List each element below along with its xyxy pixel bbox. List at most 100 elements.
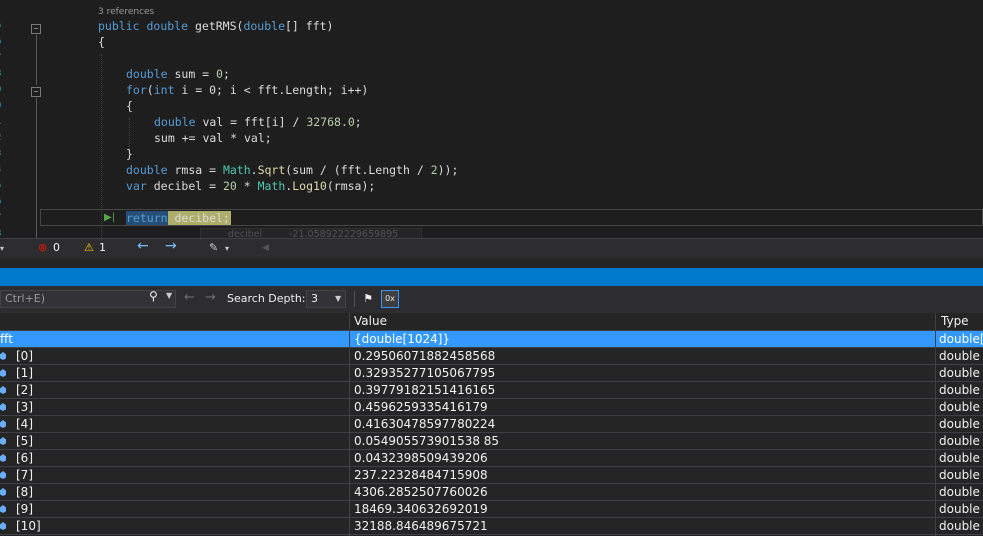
row-name: [6] <box>16 451 33 465</box>
column-divider[interactable] <box>935 313 936 536</box>
grid-header: Value Type <box>0 313 983 331</box>
column-divider[interactable] <box>349 313 350 536</box>
row-type: double[] <box>939 332 983 346</box>
zoom-dropdown-icon[interactable]: ▾ <box>0 244 4 253</box>
table-row[interactable]: [7] 237.22328484715908 double <box>0 467 983 484</box>
collapse-for-icon[interactable]: − <box>31 87 41 97</box>
row-value[interactable]: 0.29506071882458568 <box>354 349 932 363</box>
table-row[interactable]: [10] 32188.846489675721 double <box>0 518 983 535</box>
warning-count: 1 <box>99 241 106 254</box>
row-value[interactable]: 0.32935277105067795 <box>354 366 932 380</box>
line-number: 4 <box>0 165 8 175</box>
row-value[interactable]: 0.054905573901538 85 <box>354 434 932 448</box>
row-value[interactable]: 18469.340632692019 <box>354 502 932 516</box>
line-number: 3 <box>0 149 8 159</box>
row-name: [5] <box>16 434 33 448</box>
field-icon <box>0 505 6 513</box>
back-arrow-icon[interactable]: ← <box>137 238 149 254</box>
line-number: 9 <box>0 85 8 95</box>
chevron-down-icon[interactable]: ▼ <box>335 294 341 303</box>
line-number: 1 <box>0 117 8 127</box>
table-row[interactable]: [8] 4306.2852507760026 double <box>0 484 983 501</box>
scroll-left-icon[interactable]: ◀ <box>262 243 269 253</box>
table-row[interactable]: [9] 18469.340632692019 double <box>0 501 983 518</box>
line-number: 8 <box>0 69 8 79</box>
row-name: [10] <box>16 519 41 533</box>
table-row[interactable]: [3] 0.4596259335416179 double <box>0 399 983 416</box>
row-name: [3] <box>16 400 33 414</box>
table-row[interactable]: [5] 0.054905573901538 85 double <box>0 433 983 450</box>
code-line-signature: public double getRMS(double[] fft) <box>98 19 334 33</box>
table-row[interactable]: [0] 0.29506071882458568 double <box>0 348 983 365</box>
row-type: double <box>939 349 980 363</box>
row-value[interactable]: 32188.846489675721 <box>354 519 932 533</box>
row-value[interactable]: 0.0432398509439206 <box>354 451 932 465</box>
brush-dropdown-icon[interactable]: ▾ <box>225 244 229 253</box>
panel-splitter[interactable] <box>0 258 983 268</box>
row-type: double <box>939 451 980 465</box>
row-value[interactable]: 0.39779182151416165 <box>354 383 932 397</box>
table-row[interactable]: [2] 0.39779182151416165 double <box>0 382 983 399</box>
row-type: double <box>939 383 980 397</box>
code-line-return: return decibel; <box>126 211 230 225</box>
field-icon <box>0 403 6 411</box>
table-row[interactable]: fft {double[1024]} double[] <box>0 331 983 348</box>
row-type: double <box>939 468 980 482</box>
row-value[interactable]: 4306.2852507760026 <box>354 485 932 499</box>
table-row[interactable]: [4] 0.41630478597780224 double <box>0 416 983 433</box>
code-line-accumulate: sum += val * val; <box>154 131 272 145</box>
forward-arrow-icon[interactable]: → <box>165 238 177 254</box>
code-editor[interactable]: 567890123456789 − − 3 references public … <box>0 0 983 238</box>
warning-icon[interactable]: ⚠ <box>84 241 94 254</box>
datatip[interactable]: decibel -21.058922229659895 <box>200 228 422 238</box>
row-name: [0] <box>16 349 33 363</box>
search-next-icon[interactable]: → <box>205 290 216 305</box>
column-header-type[interactable]: Type <box>941 314 969 328</box>
toolbar-divider <box>354 291 355 307</box>
table-row[interactable]: [6] 0.0432398509439206 double <box>0 450 983 467</box>
code-line-decibel: var decibel = 20 * Math.Log10(rmsa); <box>126 179 376 193</box>
row-name: [1] <box>16 366 33 380</box>
row-value[interactable]: 237.22328484715908 <box>354 468 932 482</box>
field-icon <box>0 437 6 445</box>
line-number: 2 <box>0 133 8 143</box>
code-line-close-brace: } <box>126 147 133 161</box>
field-icon <box>0 471 6 479</box>
codelens-references[interactable]: 3 references <box>98 7 154 17</box>
line-number: 8 <box>0 229 8 238</box>
line-number: 5 <box>0 21 8 31</box>
column-header-value[interactable]: Value <box>354 314 387 328</box>
search-depth-label: Search Depth: <box>227 292 306 305</box>
editor-status-bar: ▾ ⊗ 0 ⚠ 1 ← → ✎ ▾ ◀ <box>0 238 983 259</box>
line-number: 6 <box>0 37 8 47</box>
row-value[interactable]: {double[1024]} <box>354 332 932 346</box>
search-dropdown-icon[interactable]: ▼ <box>166 291 172 300</box>
row-name: [4] <box>16 417 33 431</box>
watch-panel-title-bar[interactable] <box>0 268 983 286</box>
line-number: 7 <box>0 213 8 223</box>
brush-icon[interactable]: ✎ <box>209 241 218 254</box>
line-number: 7 <box>0 53 8 63</box>
field-icon <box>0 488 6 496</box>
search-previous-icon[interactable]: ← <box>184 290 195 305</box>
run-to-click-icon[interactable]: ▶| <box>104 212 115 223</box>
code-line-val: double val = fft[i] / 32768.0; <box>154 115 362 129</box>
row-value[interactable]: 0.41630478597780224 <box>354 417 932 431</box>
line-number: 0 <box>0 101 8 111</box>
row-name: [8] <box>16 485 33 499</box>
row-value[interactable]: 0.4596259335416179 <box>354 400 932 414</box>
row-type: double <box>939 417 980 431</box>
field-icon <box>0 420 6 428</box>
table-row[interactable]: [1] 0.32935277105067795 double <box>0 365 983 382</box>
field-icon <box>0 352 6 360</box>
pin-icon[interactable]: ⚑ <box>359 290 377 308</box>
field-icon <box>0 386 6 394</box>
hex-icon[interactable]: 0x <box>381 290 399 308</box>
search-icon[interactable]: ⚲ <box>149 289 158 303</box>
row-type: double <box>939 519 980 533</box>
row-type: double <box>939 434 980 448</box>
row-type: double <box>939 366 980 380</box>
watch-grid[interactable]: Value Type fft {double[1024]} double[] [0] 0… <box>0 313 983 536</box>
error-icon[interactable]: ⊗ <box>38 241 47 254</box>
collapse-method-icon[interactable]: − <box>31 24 41 34</box>
